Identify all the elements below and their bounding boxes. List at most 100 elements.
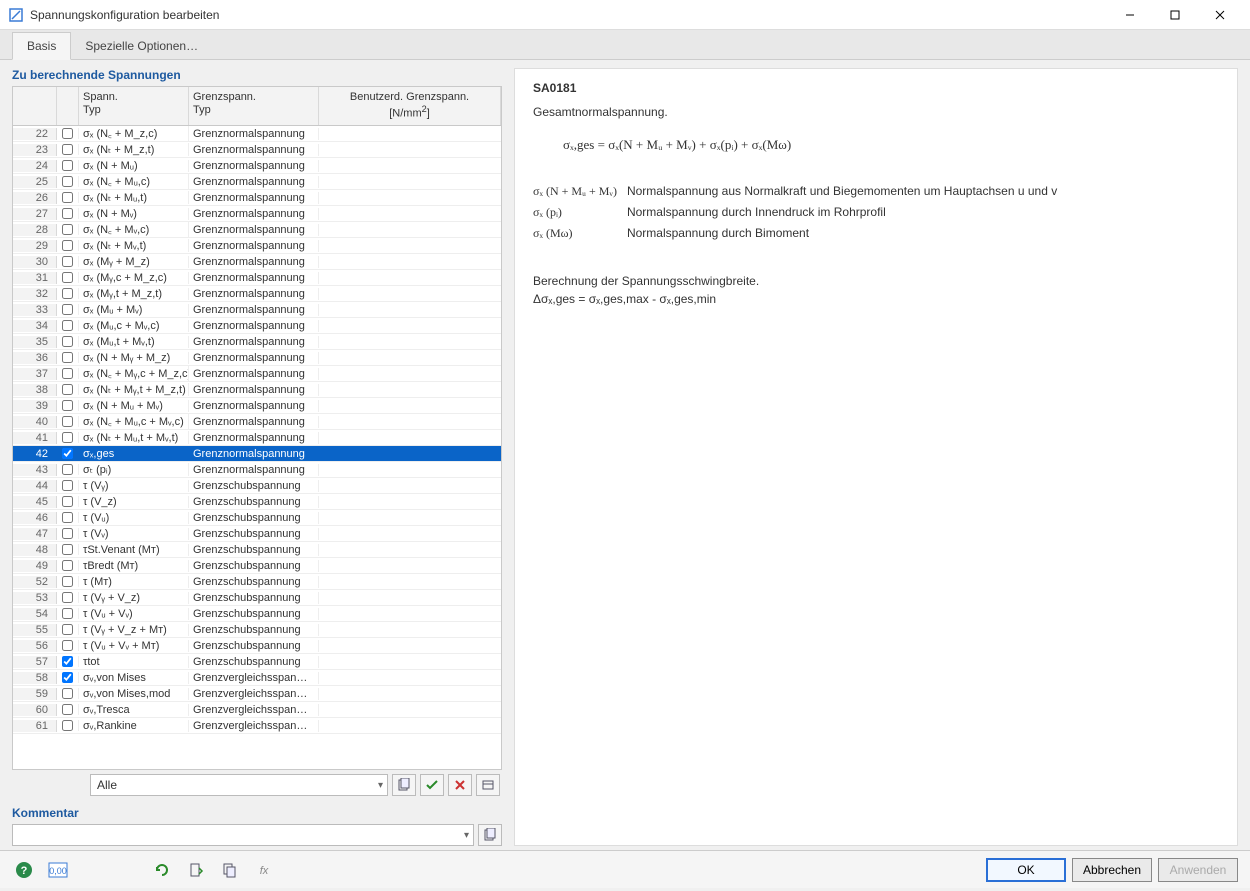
table-row[interactable]: 30σₓ (Mᵧ + M_z)Grenznormalspannung (13, 254, 501, 270)
row-limit-type[interactable]: Grenznormalspannung (189, 128, 319, 140)
row-checkbox[interactable] (62, 304, 73, 315)
row-checkbox[interactable] (62, 384, 73, 395)
filter-combo[interactable]: Alle ▾ (90, 774, 388, 796)
row-checkbox[interactable] (62, 432, 73, 443)
row-limit-type[interactable]: Grenznormalspannung (189, 464, 319, 476)
function-icon[interactable]: fx (252, 858, 276, 882)
table-row[interactable]: 28σₓ (N꜀ + Mᵥ,c)Grenznormalspannung (13, 222, 501, 238)
table-row[interactable]: 24σₓ (N + Mᵤ)Grenznormalspannung (13, 158, 501, 174)
row-checkbox[interactable] (62, 288, 73, 299)
row-limit-type[interactable]: Grenznormalspannung (189, 416, 319, 428)
row-limit-type[interactable]: Grenznormalspannung (189, 160, 319, 172)
row-limit-type[interactable]: Grenzschubspannung (189, 656, 319, 668)
table-row[interactable]: 25σₓ (N꜀ + Mᵤ,c)Grenznormalspannung (13, 174, 501, 190)
row-checkbox[interactable] (62, 128, 73, 139)
row-limit-type[interactable]: Grenzschubspannung (189, 608, 319, 620)
row-checkbox[interactable] (62, 672, 73, 683)
row-limit-type[interactable]: Grenzschubspannung (189, 592, 319, 604)
row-checkbox[interactable] (62, 512, 73, 523)
row-checkbox[interactable] (62, 560, 73, 571)
table-row[interactable]: 35σₓ (Mᵤ,t + Mᵥ,t)Grenznormalspannung (13, 334, 501, 350)
row-limit-type[interactable]: Grenznormalspannung (189, 208, 319, 220)
row-checkbox[interactable] (62, 176, 73, 187)
table-row[interactable]: 42σₓ,gesGrenznormalspannung (13, 446, 501, 462)
table-row[interactable]: 23σₓ (Nₜ + M_z,t)Grenznormalspannung (13, 142, 501, 158)
row-checkbox[interactable] (62, 624, 73, 635)
table-row[interactable]: 44τ (Vᵧ)Grenzschubspannung (13, 478, 501, 494)
row-limit-type[interactable]: Grenznormalspannung (189, 384, 319, 396)
row-checkbox[interactable] (62, 608, 73, 619)
table-row[interactable]: 57τtotGrenzschubspannung (13, 654, 501, 670)
row-checkbox[interactable] (62, 656, 73, 667)
check-all-icon[interactable] (420, 774, 444, 796)
apply-button[interactable]: Anwenden (1158, 858, 1238, 882)
copy-footer-icon[interactable] (218, 858, 242, 882)
table-row[interactable]: 60σᵥ,TrescaGrenzvergleichsspan… (13, 702, 501, 718)
table-row[interactable]: 56τ (Vᵤ + Vᵥ + Mᴛ)Grenzschubspannung (13, 638, 501, 654)
table-row[interactable]: 47τ (Vᵥ)Grenzschubspannung (13, 526, 501, 542)
table-row[interactable]: 58σᵥ,von MisesGrenzvergleichsspan… (13, 670, 501, 686)
table-row[interactable]: 33σₓ (Mᵤ + Mᵥ)Grenznormalspannung (13, 302, 501, 318)
comment-edit-icon[interactable] (478, 824, 502, 846)
table-row[interactable]: 59σᵥ,von Mises,modGrenzvergleichsspan… (13, 686, 501, 702)
row-checkbox[interactable] (62, 496, 73, 507)
row-checkbox[interactable] (62, 544, 73, 555)
table-row[interactable]: 46τ (Vᵤ)Grenzschubspannung (13, 510, 501, 526)
row-checkbox[interactable] (62, 352, 73, 363)
row-limit-type[interactable]: Grenznormalspannung (189, 448, 319, 460)
row-limit-type[interactable]: Grenzschubspannung (189, 512, 319, 524)
row-checkbox[interactable] (62, 400, 73, 411)
maximize-button[interactable] (1152, 0, 1197, 30)
table-row[interactable]: 32σₓ (Mᵧ,t + M_z,t)Grenznormalspannung (13, 286, 501, 302)
uncheck-all-icon[interactable] (448, 774, 472, 796)
row-checkbox[interactable] (62, 224, 73, 235)
table-row[interactable]: 40σₓ (N꜀ + Mᵤ,c + Mᵥ,c)Grenznormalspannu… (13, 414, 501, 430)
row-checkbox[interactable] (62, 688, 73, 699)
row-limit-type[interactable]: Grenzschubspannung (189, 496, 319, 508)
row-checkbox[interactable] (62, 256, 73, 267)
tab-special-options[interactable]: Spezielle Optionen… (71, 33, 212, 59)
ok-button[interactable]: OK (986, 858, 1066, 882)
table-body[interactable]: 22σₓ (N꜀ + M_z,c)Grenznormalspannung23σₓ… (13, 126, 501, 769)
row-limit-type[interactable]: Grenzschubspannung (189, 480, 319, 492)
row-checkbox[interactable] (62, 272, 73, 283)
row-checkbox[interactable] (62, 448, 73, 459)
table-row[interactable]: 29σₓ (Nₜ + Mᵥ,t)Grenznormalspannung (13, 238, 501, 254)
settings-icon[interactable] (476, 774, 500, 796)
table-row[interactable]: 49τBredt (Mᴛ)Grenzschubspannung (13, 558, 501, 574)
row-limit-type[interactable]: Grenznormalspannung (189, 176, 319, 188)
row-checkbox[interactable] (62, 704, 73, 715)
table-row[interactable]: 39σₓ (N + Mᵤ + Mᵥ)Grenznormalspannung (13, 398, 501, 414)
table-row[interactable]: 38σₓ (Nₜ + Mᵧ,t + M_z,t)Grenznormalspann… (13, 382, 501, 398)
row-limit-type[interactable]: Grenznormalspannung (189, 304, 319, 316)
row-checkbox[interactable] (62, 160, 73, 171)
row-limit-type[interactable]: Grenznormalspannung (189, 192, 319, 204)
minimize-button[interactable] (1107, 0, 1152, 30)
row-limit-type[interactable]: Grenzschubspannung (189, 640, 319, 652)
row-checkbox[interactable] (62, 320, 73, 331)
row-limit-type[interactable]: Grenznormalspannung (189, 352, 319, 364)
row-limit-type[interactable]: Grenzschubspannung (189, 544, 319, 556)
row-limit-type[interactable]: Grenzschubspannung (189, 576, 319, 588)
row-limit-type[interactable]: Grenzschubspannung (189, 560, 319, 572)
table-row[interactable]: 52τ (Mᴛ)Grenzschubspannung (13, 574, 501, 590)
table-row[interactable]: 37σₓ (N꜀ + Mᵧ,c + M_z,c)Grenznormalspann… (13, 366, 501, 382)
row-checkbox[interactable] (62, 192, 73, 203)
export-icon[interactable] (184, 858, 208, 882)
table-row[interactable]: 41σₓ (Nₜ + Mᵤ,t + Mᵥ,t)Grenznormalspannu… (13, 430, 501, 446)
row-limit-type[interactable]: Grenznormalspannung (189, 336, 319, 348)
row-checkbox[interactable] (62, 336, 73, 347)
row-limit-type[interactable]: Grenznormalspannung (189, 144, 319, 156)
row-checkbox[interactable] (62, 416, 73, 427)
row-limit-type[interactable]: Grenzvergleichsspan… (189, 704, 319, 716)
row-limit-type[interactable]: Grenzschubspannung (189, 528, 319, 540)
table-row[interactable]: 48τSt.Venant (Mᴛ)Grenzschubspannung (13, 542, 501, 558)
table-row[interactable]: 22σₓ (N꜀ + M_z,c)Grenznormalspannung (13, 126, 501, 142)
comment-combo[interactable]: ▾ (12, 824, 474, 846)
row-limit-type[interactable]: Grenznormalspannung (189, 256, 319, 268)
row-limit-type[interactable]: Grenznormalspannung (189, 224, 319, 236)
table-row[interactable]: 34σₓ (Mᵤ,c + Mᵥ,c)Grenznormalspannung (13, 318, 501, 334)
row-limit-type[interactable]: Grenznormalspannung (189, 432, 319, 444)
table-row[interactable]: 31σₓ (Mᵧ,c + M_z,c)Grenznormalspannung (13, 270, 501, 286)
row-checkbox[interactable] (62, 592, 73, 603)
